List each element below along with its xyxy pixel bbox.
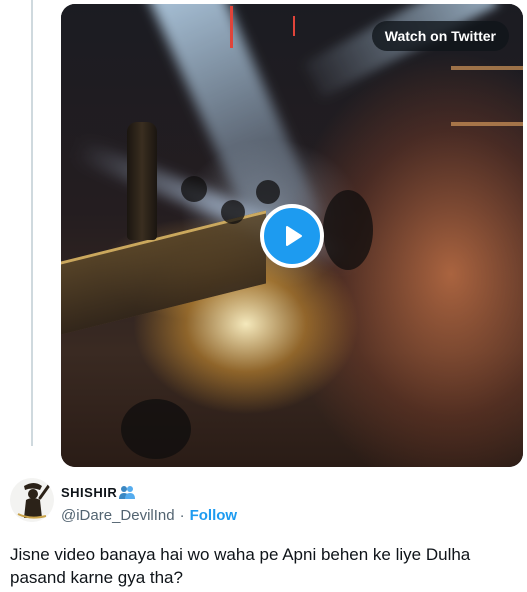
shelf-light [451, 66, 523, 70]
people-emoji-icon [119, 486, 136, 499]
play-button[interactable] [260, 204, 324, 268]
crowd-figure [323, 190, 373, 270]
author-handle-row: @iDare_DevilInd · Follow [61, 507, 237, 524]
author-name-text: SHISHIR [61, 485, 118, 500]
avatar[interactable] [10, 478, 54, 522]
thread-connector-line [31, 0, 33, 446]
avatar-silhouette-icon [10, 478, 54, 522]
tweet-text: Jisne video banaya hai wo waha pe Apni b… [10, 545, 471, 587]
crowd-figure [256, 180, 280, 204]
bottle-shape [127, 122, 157, 240]
crowd-figure [221, 200, 245, 224]
watch-on-twitter-label: Watch on Twitter [384, 28, 496, 44]
author-handle[interactable]: @iDare_DevilInd [61, 507, 175, 524]
play-icon [286, 226, 302, 246]
crowd-figure [181, 176, 207, 202]
watch-on-twitter-button[interactable]: Watch on Twitter [371, 21, 509, 51]
shelf-light [451, 122, 523, 126]
follow-link[interactable]: Follow [190, 507, 238, 524]
video-media[interactable]: Watch on Twitter [61, 4, 523, 467]
neon-light [293, 16, 295, 36]
author-display-name[interactable]: SHISHIR [61, 485, 136, 500]
separator-dot: · [179, 507, 185, 524]
neon-light [230, 6, 233, 48]
crowd-figure [121, 399, 191, 459]
